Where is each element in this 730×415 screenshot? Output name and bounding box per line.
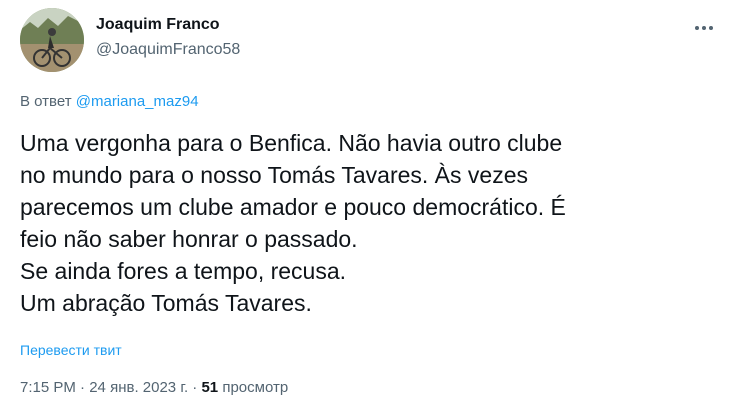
tweet-text-line: Se ainda fores a tempo, recusa. <box>20 258 347 284</box>
tweet-text-line: no mundo para o nosso Tomás Tavares. Às … <box>20 162 528 188</box>
tweet-text-line: Uma vergonha para o Benfica. Não havia o… <box>20 130 563 156</box>
tweet-text-line: Um abração Tomás Tavares. <box>20 290 312 316</box>
reply-mention-link[interactable]: @mariana_maz94 <box>76 93 199 110</box>
views-label: просмотр <box>222 379 289 396</box>
translate-tweet-link[interactable]: Перевести твит <box>20 342 122 358</box>
tweet-date[interactable]: 24 янв. 2023 г. <box>89 379 188 396</box>
reply-prefix: В ответ <box>20 93 72 110</box>
tweet-text: Uma vergonha para o Benfica. Não havia o… <box>20 127 710 319</box>
more-horizontal-icon-dot <box>709 26 713 30</box>
tweet-text-line: feio não saber honrar o passado. <box>20 226 358 252</box>
author-handle[interactable]: @JoaquimFranco58 <box>96 41 240 59</box>
tweet-header: Joaquim Franco @JoaquimFranco58 <box>20 8 720 78</box>
author-display-name[interactable]: Joaquim Franco <box>96 16 220 34</box>
tweet-time[interactable]: 7:15 PM <box>20 379 76 396</box>
avatar[interactable] <box>20 8 84 72</box>
tweet-text-line: parecemos um clube amador e pouco democr… <box>20 194 566 220</box>
meta-separator: · <box>192 379 198 396</box>
views-count: 51 <box>201 379 219 396</box>
tweet-meta: 7:15 PM · 24 янв. 2023 г. · 51 просмотр <box>20 379 288 396</box>
more-horizontal-icon <box>695 26 699 30</box>
reply-context: В ответ @mariana_maz94 <box>20 93 199 110</box>
more-options-button[interactable] <box>688 16 720 40</box>
more-horizontal-icon-dot <box>702 26 706 30</box>
meta-separator: · <box>80 379 86 396</box>
avatar-image <box>20 8 84 72</box>
